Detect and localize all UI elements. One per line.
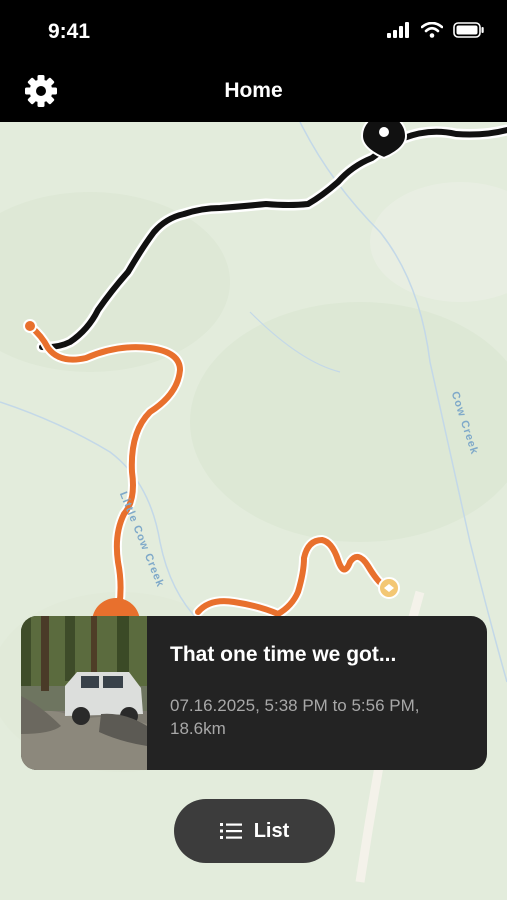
trip-card[interactable]: That one time we got... 07.16.2025, 5:38… <box>21 616 487 770</box>
status-time: 9:41 <box>48 20 91 43</box>
list-button-label: List <box>253 819 290 842</box>
wifi-icon <box>421 22 443 38</box>
signal-icon <box>387 22 409 38</box>
route-end-marker[interactable] <box>378 577 400 599</box>
status-icons <box>387 22 485 38</box>
list-icon <box>219 823 242 839</box>
trip-details: 07.16.2025, 5:38 PM to 5:56 PM, 18.6km <box>170 696 420 738</box>
map-canvas <box>0 122 507 883</box>
location-pin-icon[interactable] <box>360 122 408 160</box>
list-button[interactable]: List <box>174 799 335 863</box>
nav-bar: Home <box>0 62 507 122</box>
page-title: Home <box>224 79 283 102</box>
trip-thumbnail <box>21 616 147 770</box>
map-view[interactable]: Little Cow Creek Cow Creek <box>0 122 507 900</box>
trip-title: That one time we got... <box>170 643 397 666</box>
battery-icon <box>453 22 484 38</box>
status-bar: 9:41 <box>0 0 507 62</box>
